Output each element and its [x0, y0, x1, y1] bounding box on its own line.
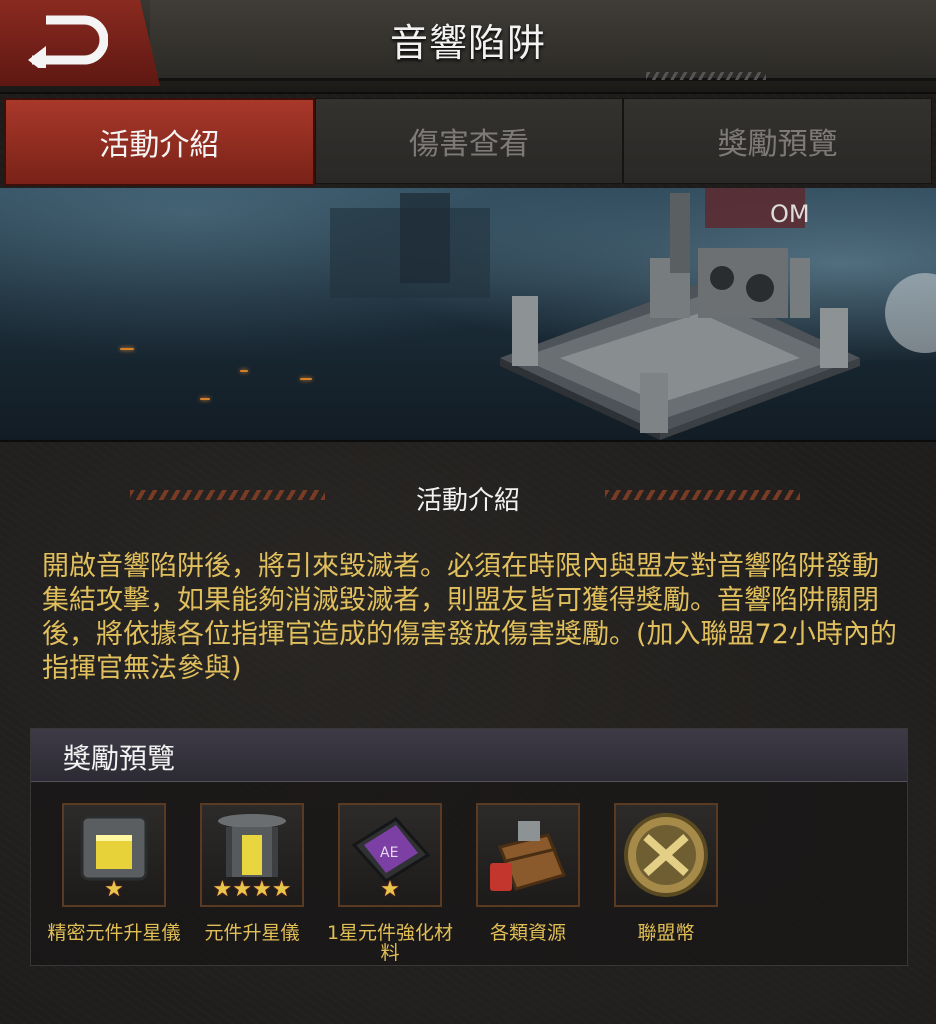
- header-bar: 音響陷阱: [0, 0, 936, 94]
- reward-preview-title: 獎勵預覽: [63, 742, 176, 775]
- reward-item-label: 各類資源: [489, 922, 566, 944]
- header-stripes: [646, 72, 766, 80]
- reward-item-label: 精密元件升星儀: [47, 922, 181, 944]
- reward-item: 各類資源: [458, 803, 598, 943]
- reward-item: 聯盟幣: [596, 803, 736, 943]
- resource-crate-icon[interactable]: [476, 803, 580, 907]
- svg-text:OM: OM: [770, 200, 810, 228]
- reward-item-label: 1星元件強化材料: [326, 922, 454, 964]
- tab-reward-preview[interactable]: 獎勵預覽: [623, 98, 933, 184]
- crate-graphic: [490, 821, 567, 891]
- reward-item: AE ★ 1星元件強化材料: [320, 803, 460, 963]
- reward-item: ★★★★ 元件升星儀: [182, 803, 322, 943]
- star-rating: ★: [380, 877, 400, 902]
- page-title: 音響陷阱: [389, 21, 546, 65]
- tab-damage-view[interactable]: 傷害查看: [314, 98, 624, 184]
- alliance-coin-icon[interactable]: [614, 803, 718, 907]
- precision-star-device-icon[interactable]: ★: [62, 803, 166, 907]
- event-description: 開啟音響陷阱後，將引來毀滅者。必須在時限內與盟友對音響陷阱發動集結攻擊，如果能夠…: [42, 551, 897, 684]
- chip-material-icon[interactable]: AE ★: [338, 803, 442, 907]
- coin-graphic: [624, 813, 708, 897]
- star-device-icon[interactable]: ★★★★: [200, 803, 304, 907]
- sound-trap-fortress-illustration: OM: [330, 188, 936, 440]
- star-rating: ★: [104, 877, 124, 902]
- reward-preview-header: 獎勵預覽: [31, 729, 907, 782]
- svg-text:AE: AE: [380, 845, 398, 861]
- reward-item-label: 聯盟幣: [637, 922, 695, 944]
- event-banner-image: OM: [0, 188, 936, 442]
- tab-bar: 活動介紹 傷害查看 獎勵預覽: [4, 98, 933, 186]
- star-rating: ★★★★: [212, 877, 292, 902]
- section-heading: 活動介紹: [415, 486, 520, 516]
- reward-item-label: 元件升星儀: [204, 922, 300, 944]
- reward-item: ★ 精密元件升星儀: [44, 803, 184, 943]
- reward-preview-panel: 獎勵預覽 ★ 精密元件升星儀 ★★★★ 元件升星儀 AE ★ 1星元件強化材料 …: [30, 728, 908, 966]
- tab-event-intro[interactable]: 活動介紹: [4, 98, 315, 186]
